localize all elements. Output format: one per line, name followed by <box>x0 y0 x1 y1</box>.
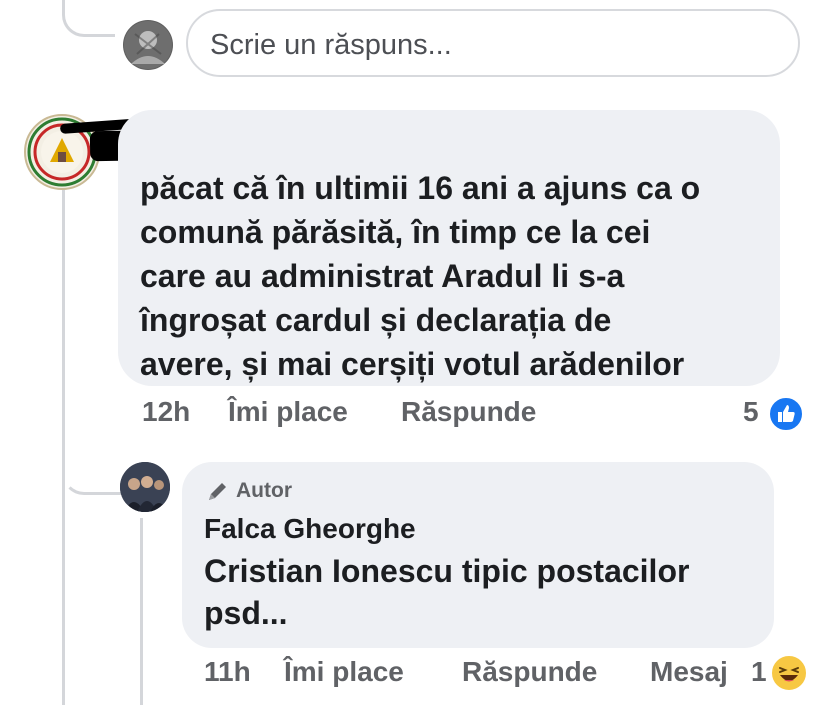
pen-icon <box>209 483 226 500</box>
comment-line: care au administrat Aradul li s-a <box>140 258 625 294</box>
reply-reaction-count[interactable]: 1 <box>751 656 767 688</box>
thumbs-up-icon <box>778 405 795 422</box>
avatar-image-icon <box>124 21 172 69</box>
author-badge: Autor <box>206 478 292 504</box>
reply-author-name[interactable]: Falca Gheorghe <box>204 513 416 545</box>
comment-line: păcat că în ultimii 16 ani a ajuns ca o <box>140 170 701 206</box>
reply-reply-button[interactable]: Răspunde <box>462 656 597 688</box>
like-reaction-icon[interactable] <box>768 396 804 432</box>
comment-actions: 12h Îmi place Răspunde 5 <box>0 396 828 436</box>
comment-text: păcat că în ultimii 16 ani a ajuns ca o … <box>140 166 700 386</box>
author-avatar[interactable] <box>120 462 170 512</box>
reply-line: Cristian Ionescu tipic postacilor <box>204 553 690 589</box>
reaction-count[interactable]: 5 <box>743 396 759 428</box>
laughing-face-icon <box>779 667 799 682</box>
comment-line: avere, și mai cerșiți votul arădenilor <box>140 346 685 382</box>
reply-timestamp[interactable]: 11h <box>204 656 251 688</box>
comment-line: comună părăsită, în timp ce la cei <box>140 214 651 250</box>
comment-timestamp[interactable]: 12h <box>142 396 190 428</box>
comment-line: îngroșat cardul și declarația de <box>140 302 612 338</box>
reply-line: psd... <box>204 595 288 631</box>
thread-connector-top <box>62 0 115 37</box>
reply-button[interactable]: Răspunde <box>401 396 536 428</box>
haha-reaction-icon[interactable] <box>770 654 808 692</box>
author-badge-label: Autor <box>236 479 292 502</box>
current-user-avatar[interactable] <box>123 20 173 70</box>
people-photo-icon <box>120 462 170 512</box>
reply-input-box[interactable] <box>186 9 800 77</box>
thread-connector-reply <box>62 440 121 495</box>
reply-text: Cristian Ionescu tipic postacilor psd... <box>204 550 689 634</box>
reply-input[interactable] <box>210 25 770 65</box>
reply-actions: 11h Îmi place Răspunde Mesaj 1 <box>0 656 828 696</box>
like-button[interactable]: Îmi place <box>228 396 348 428</box>
reply-like-button[interactable]: Îmi place <box>284 656 404 688</box>
message-button[interactable]: Mesaj <box>650 656 728 688</box>
